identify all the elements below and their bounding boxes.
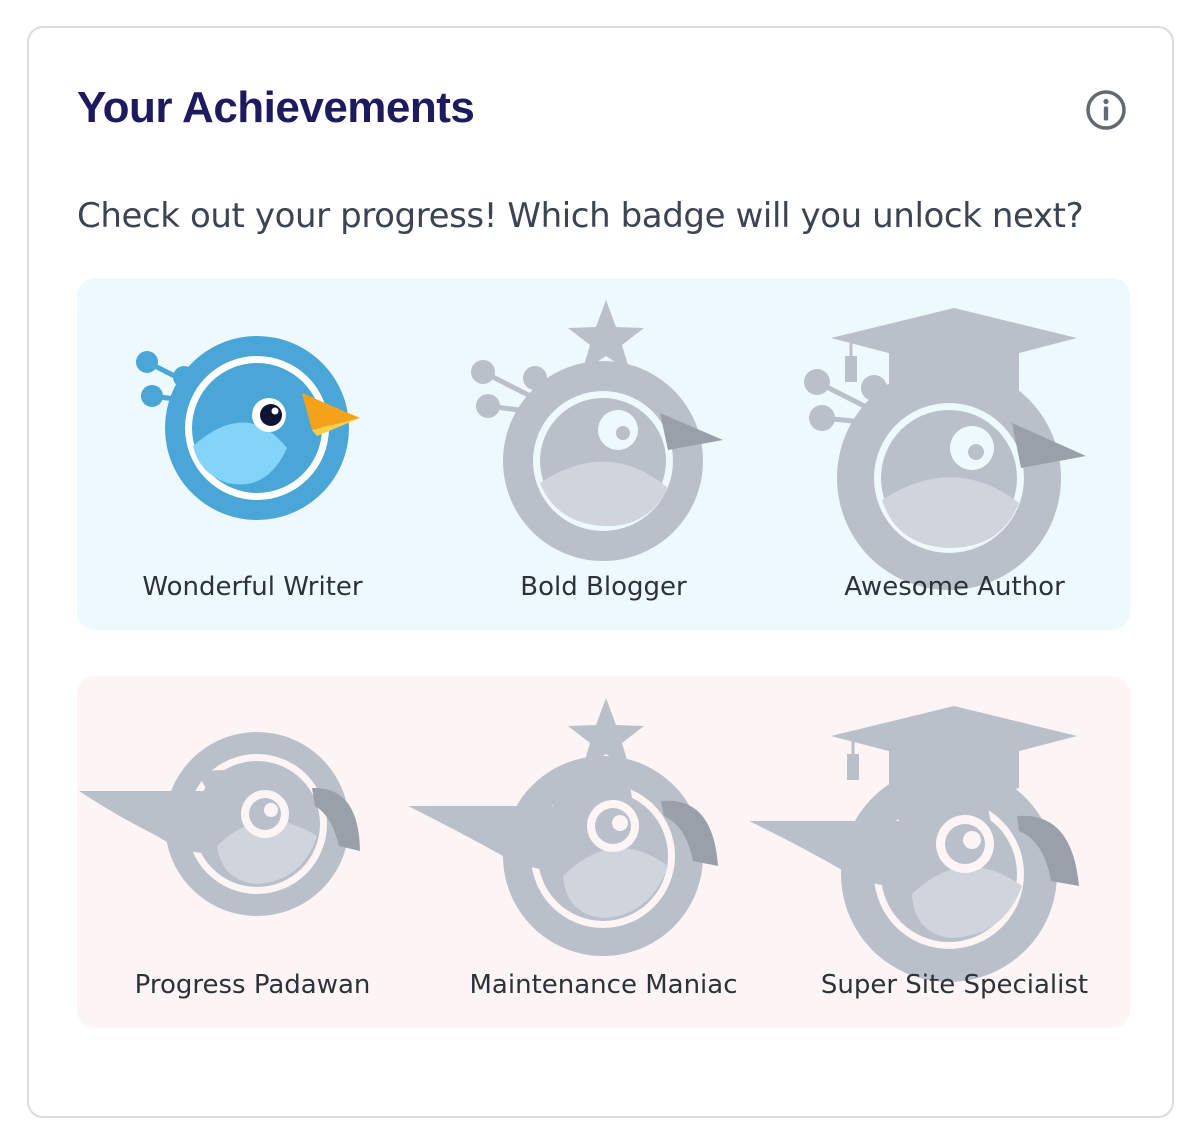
blogging-badges-group: Wonderful Writer Bold Blogger Awesome Au… [77,278,1130,630]
badge-label: Wonderful Writer [142,572,363,602]
badge-awesome-author: Awesome Author [779,278,1130,630]
badge-label: Maintenance Maniac [469,970,738,1000]
awesome-author-badge-icon [804,308,1086,590]
badge-super-site-specialist: Super Site Specialist [749,676,1130,1028]
super-site-specialist-badge-icon [749,706,1079,982]
badge-label: Progress Padawan [134,970,371,1000]
wonderful-writer-badge-icon [136,336,360,520]
maintenance-badges-group: Progress Padawan Maintenance Maniac Supe… [77,676,1130,1028]
badge-label: Bold Blogger [520,572,687,602]
badge-label: Super Site Specialist [820,970,1089,1000]
card-title: Your Achievements [77,83,475,132]
maintenance-maniac-badge-icon [408,698,718,956]
badge-bold-blogger: Bold Blogger [428,278,779,630]
progress-padawan-badge-icon [79,732,360,916]
info-icon[interactable] [1085,89,1127,131]
badge-label: Awesome Author [844,572,1065,602]
badge-maintenance-maniac: Maintenance Maniac [408,676,779,1028]
achievements-card: Your Achievements Check out your progres… [27,26,1174,1118]
badge-wonderful-writer: Wonderful Writer [77,278,428,630]
badge-progress-padawan: Progress Padawan [77,676,428,1028]
card-subtitle: Check out your progress! Which badge wil… [77,196,1084,236]
bold-blogger-badge-icon [471,300,723,561]
